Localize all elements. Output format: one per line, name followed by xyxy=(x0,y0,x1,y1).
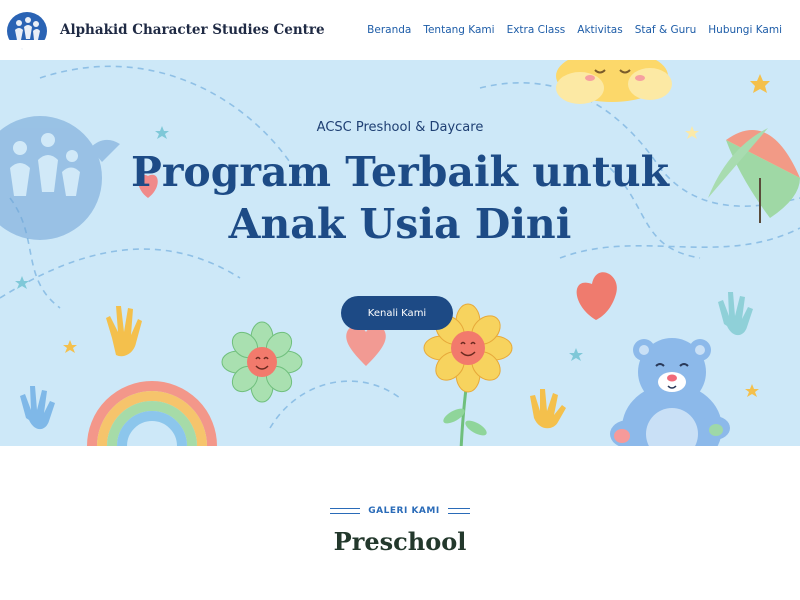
nav-staf-guru[interactable]: Staf & Guru xyxy=(635,24,697,36)
heart-icon xyxy=(346,325,386,366)
heart-icon xyxy=(576,272,617,320)
nav-beranda[interactable]: Beranda xyxy=(367,24,411,36)
flower-icon xyxy=(221,321,303,403)
decorative-dash xyxy=(447,508,470,514)
hand-icon xyxy=(718,292,753,336)
hero-section: ACSC Preshool & Daycare Program Terbaik … xyxy=(0,48,800,446)
rainbow-icon xyxy=(87,381,217,446)
nav-tentang-kami[interactable]: Tentang Kami xyxy=(423,24,494,36)
site-title[interactable]: Alphakid Character Studies Centre xyxy=(60,22,325,38)
hand-icon xyxy=(530,389,566,429)
nav-aktivitas[interactable]: Aktivitas xyxy=(577,24,622,36)
teddy-bear-icon xyxy=(610,338,730,446)
main-nav: Beranda Tentang Kami Extra Class Aktivit… xyxy=(367,24,782,36)
nav-hubungi-kami[interactable]: Hubungi Kami xyxy=(708,24,782,36)
hero-subtitle: ACSC Preshool & Daycare xyxy=(316,120,484,135)
hero-title: Program Terbaik untuk Anak Usia Dini xyxy=(130,148,670,248)
hand-icon xyxy=(20,386,55,430)
gallery-label-row: GALERI KAMI xyxy=(0,506,800,516)
decorative-dash xyxy=(330,508,361,514)
scalloped-divider xyxy=(0,40,800,59)
hand-icon xyxy=(106,306,142,357)
gallery-title: Preschool xyxy=(333,527,467,556)
gallery-label: GALERI KAMI xyxy=(368,506,440,516)
kenali-kami-button[interactable]: Kenali Kami xyxy=(341,296,453,330)
nav-extra-class[interactable]: Extra Class xyxy=(507,24,566,36)
